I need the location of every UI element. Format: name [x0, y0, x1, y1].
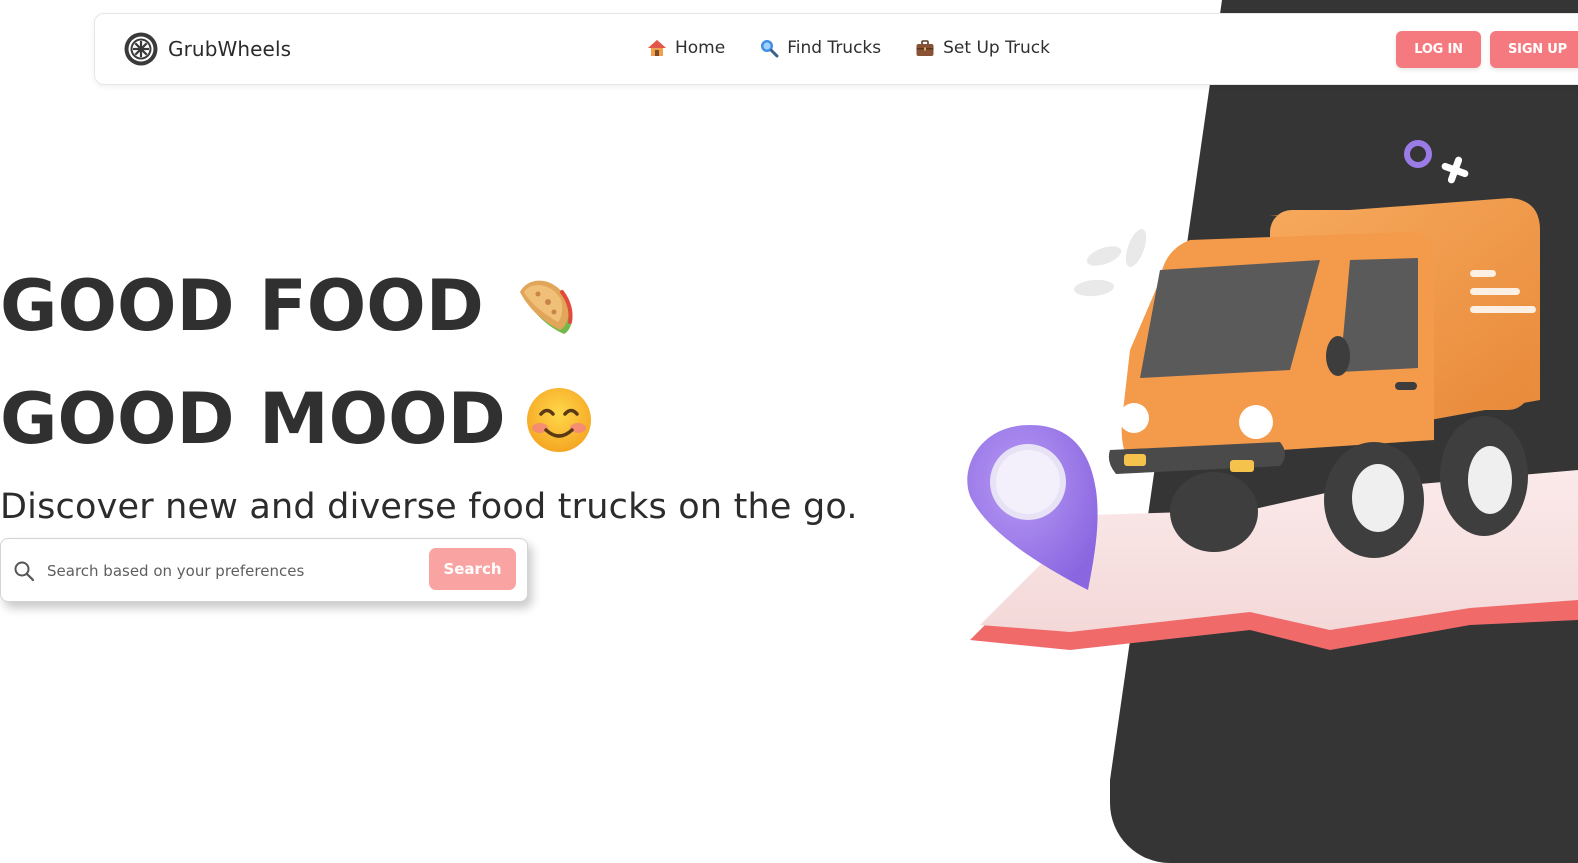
magnifier-icon — [761, 40, 779, 58]
hero-headline-text-1: GOOD FOOD — [0, 265, 484, 347]
brand[interactable]: GrubWheels — [123, 31, 291, 67]
hero-subtitle: Discover new and diverse food trucks on … — [0, 487, 858, 527]
smiling-face-icon — [526, 388, 591, 452]
search-input[interactable] — [45, 555, 419, 587]
nav-links: Home Find Trucks Set Up Truck — [647, 38, 1050, 58]
nav-link-find-trucks-label: Find Trucks — [787, 38, 882, 58]
top-navbar: GrubWheels Home Find Trucks Set Up Truck… — [94, 13, 1578, 85]
hero-headline-line-2: GOOD MOOD — [0, 378, 594, 460]
signup-button[interactable]: SIGN UP — [1490, 31, 1578, 68]
food-truck-illustration — [967, 140, 1578, 650]
wheel-logo-icon — [124, 32, 158, 66]
search-icon — [14, 561, 35, 582]
nav-link-set-up-truck-label: Set Up Truck — [943, 38, 1050, 58]
search-button[interactable]: Search — [429, 548, 516, 590]
nav-link-home-label: Home — [675, 38, 726, 58]
hero-headline-text-2: GOOD MOOD — [0, 378, 506, 460]
house-icon — [648, 40, 666, 56]
login-button[interactable]: LOG IN — [1396, 31, 1481, 68]
brand-name: GrubWheels — [168, 37, 292, 61]
search-bar: Search — [0, 538, 528, 602]
page: GrubWheels Home Find Trucks Set Up Truck… — [0, 0, 1578, 863]
nav-link-home[interactable]: Home — [647, 38, 725, 58]
nav-link-find-trucks[interactable]: Find Trucks — [759, 38, 881, 58]
briefcase-icon — [916, 40, 934, 56]
nav-link-set-up-truck[interactable]: Set Up Truck — [915, 38, 1050, 58]
taco-icon — [519, 280, 573, 334]
hero-headline-line-1: GOOD FOOD — [0, 265, 582, 347]
